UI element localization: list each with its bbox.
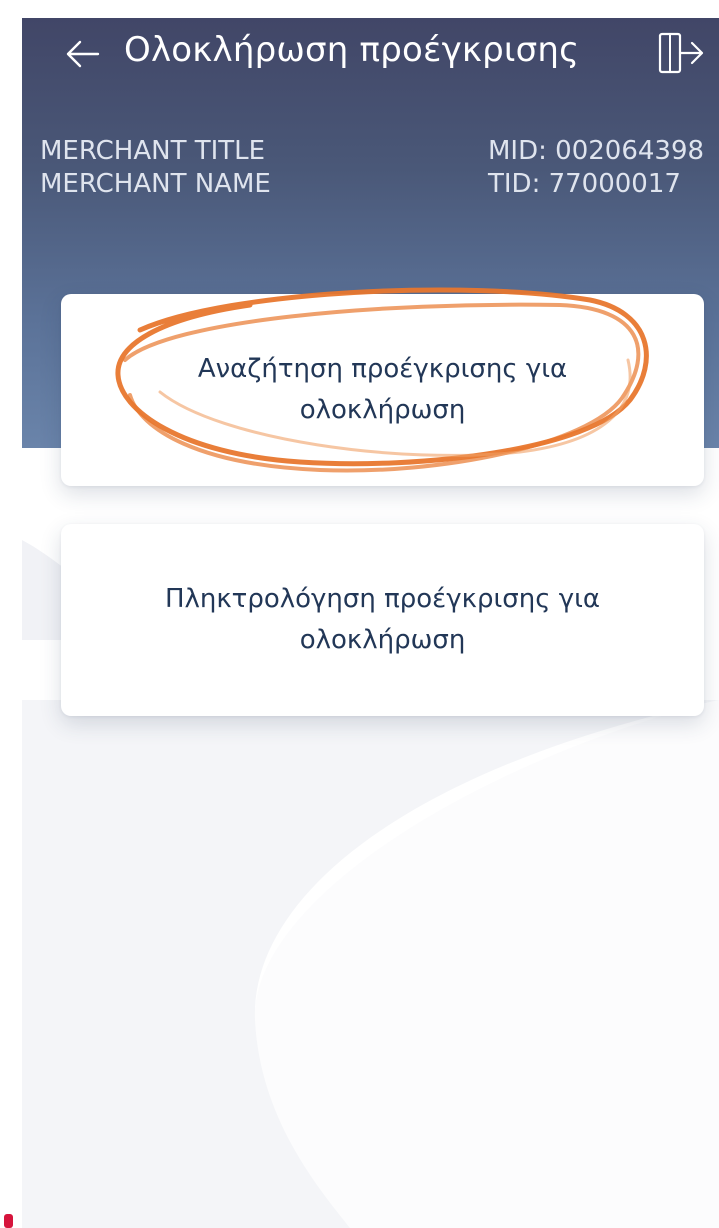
search-preauth-label: Αναζήτηση προέγκρισης για ολοκλήρωση: [197, 354, 568, 425]
enter-preauth-button[interactable]: Πληκτρολόγηση προέγκρισης για ολοκλήρωση: [61, 524, 704, 716]
top-app-bar: Ολοκλήρωση προέγκρισης: [22, 18, 719, 98]
merchant-name: MERCHANT NAME: [40, 169, 271, 199]
terminal-id: TID: 77000017: [488, 169, 681, 199]
merchant-id: MID: 002064398: [488, 136, 705, 166]
merchant-info: MERCHANT TITLE MERCHANT NAME: [40, 135, 271, 201]
terminal-info: MID: 002064398 TID: 77000017: [488, 135, 704, 201]
arrow-left-icon[interactable]: [62, 34, 102, 74]
search-preauth-button[interactable]: Αναζήτηση προέγκρισης για ολοκλήρωση: [61, 294, 704, 486]
page-title: Ολοκλήρωση προέγκρισης: [124, 30, 580, 70]
logout-icon[interactable]: [656, 30, 706, 76]
app-screen: Ολοκλήρωση προέγκρισης MERCHANT TITLE ME…: [0, 0, 719, 1228]
enter-preauth-label: Πληκτρολόγηση προέγκρισης για ολοκλήρωση: [164, 584, 601, 655]
left-edge: [0, 0, 22, 1228]
corner-marker: [4, 1214, 13, 1228]
merchant-title: MERCHANT TITLE: [40, 136, 266, 166]
